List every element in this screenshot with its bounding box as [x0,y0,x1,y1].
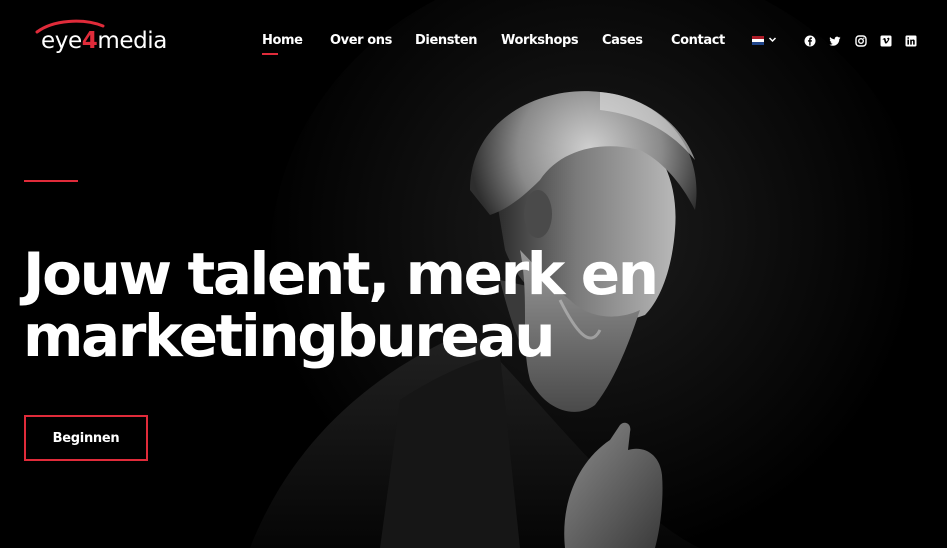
vimeo-icon[interactable] [880,35,892,47]
logo-number: 4 [81,28,98,54]
hero-headline: Jouw talent, merk en marketingbureau [23,243,743,367]
nav-item-label: Home [262,33,303,48]
beginnen-button[interactable]: Beginnen [24,415,148,461]
nav-item-cases[interactable]: Cases [602,33,643,49]
twitter-icon[interactable] [829,35,841,47]
facebook-icon[interactable] [804,35,816,47]
hero-section: eye4media Home Over ons Diensten Worksho… [0,0,947,548]
nav-item-label: Contact [671,33,725,48]
logo[interactable]: eye4media [33,18,183,58]
logo-text: eye4media [41,28,167,54]
dutch-flag-icon [752,36,764,45]
logo-prefix: eye [41,28,82,54]
language-switcher[interactable] [752,35,778,47]
nav-item-label: Over ons [330,33,393,48]
hero-headline-line2: marketingbureau [23,302,556,370]
logo-suffix: media [97,28,167,54]
nav-item-over-ons[interactable]: Over ons [330,33,392,49]
accent-line [24,180,78,182]
nav-item-contact[interactable]: Contact [671,33,725,49]
site-header: eye4media Home Over ons Diensten Worksho… [0,0,947,82]
nav-item-home[interactable]: Home [262,33,303,55]
instagram-icon[interactable] [855,35,867,47]
nav-active-indicator [262,53,278,55]
nav-item-label: Workshops [501,33,579,48]
nav-item-workshops[interactable]: Workshops [501,33,579,49]
hero-headline-line1: Jouw talent, merk en [23,240,659,308]
nav-item-label: Cases [602,33,643,48]
chevron-down-icon [768,37,777,43]
nav-item-label: Diensten [415,33,478,48]
nav-item-diensten[interactable]: Diensten [415,33,478,49]
cta-label: Beginnen [52,430,120,446]
linkedin-icon[interactable] [905,35,917,47]
